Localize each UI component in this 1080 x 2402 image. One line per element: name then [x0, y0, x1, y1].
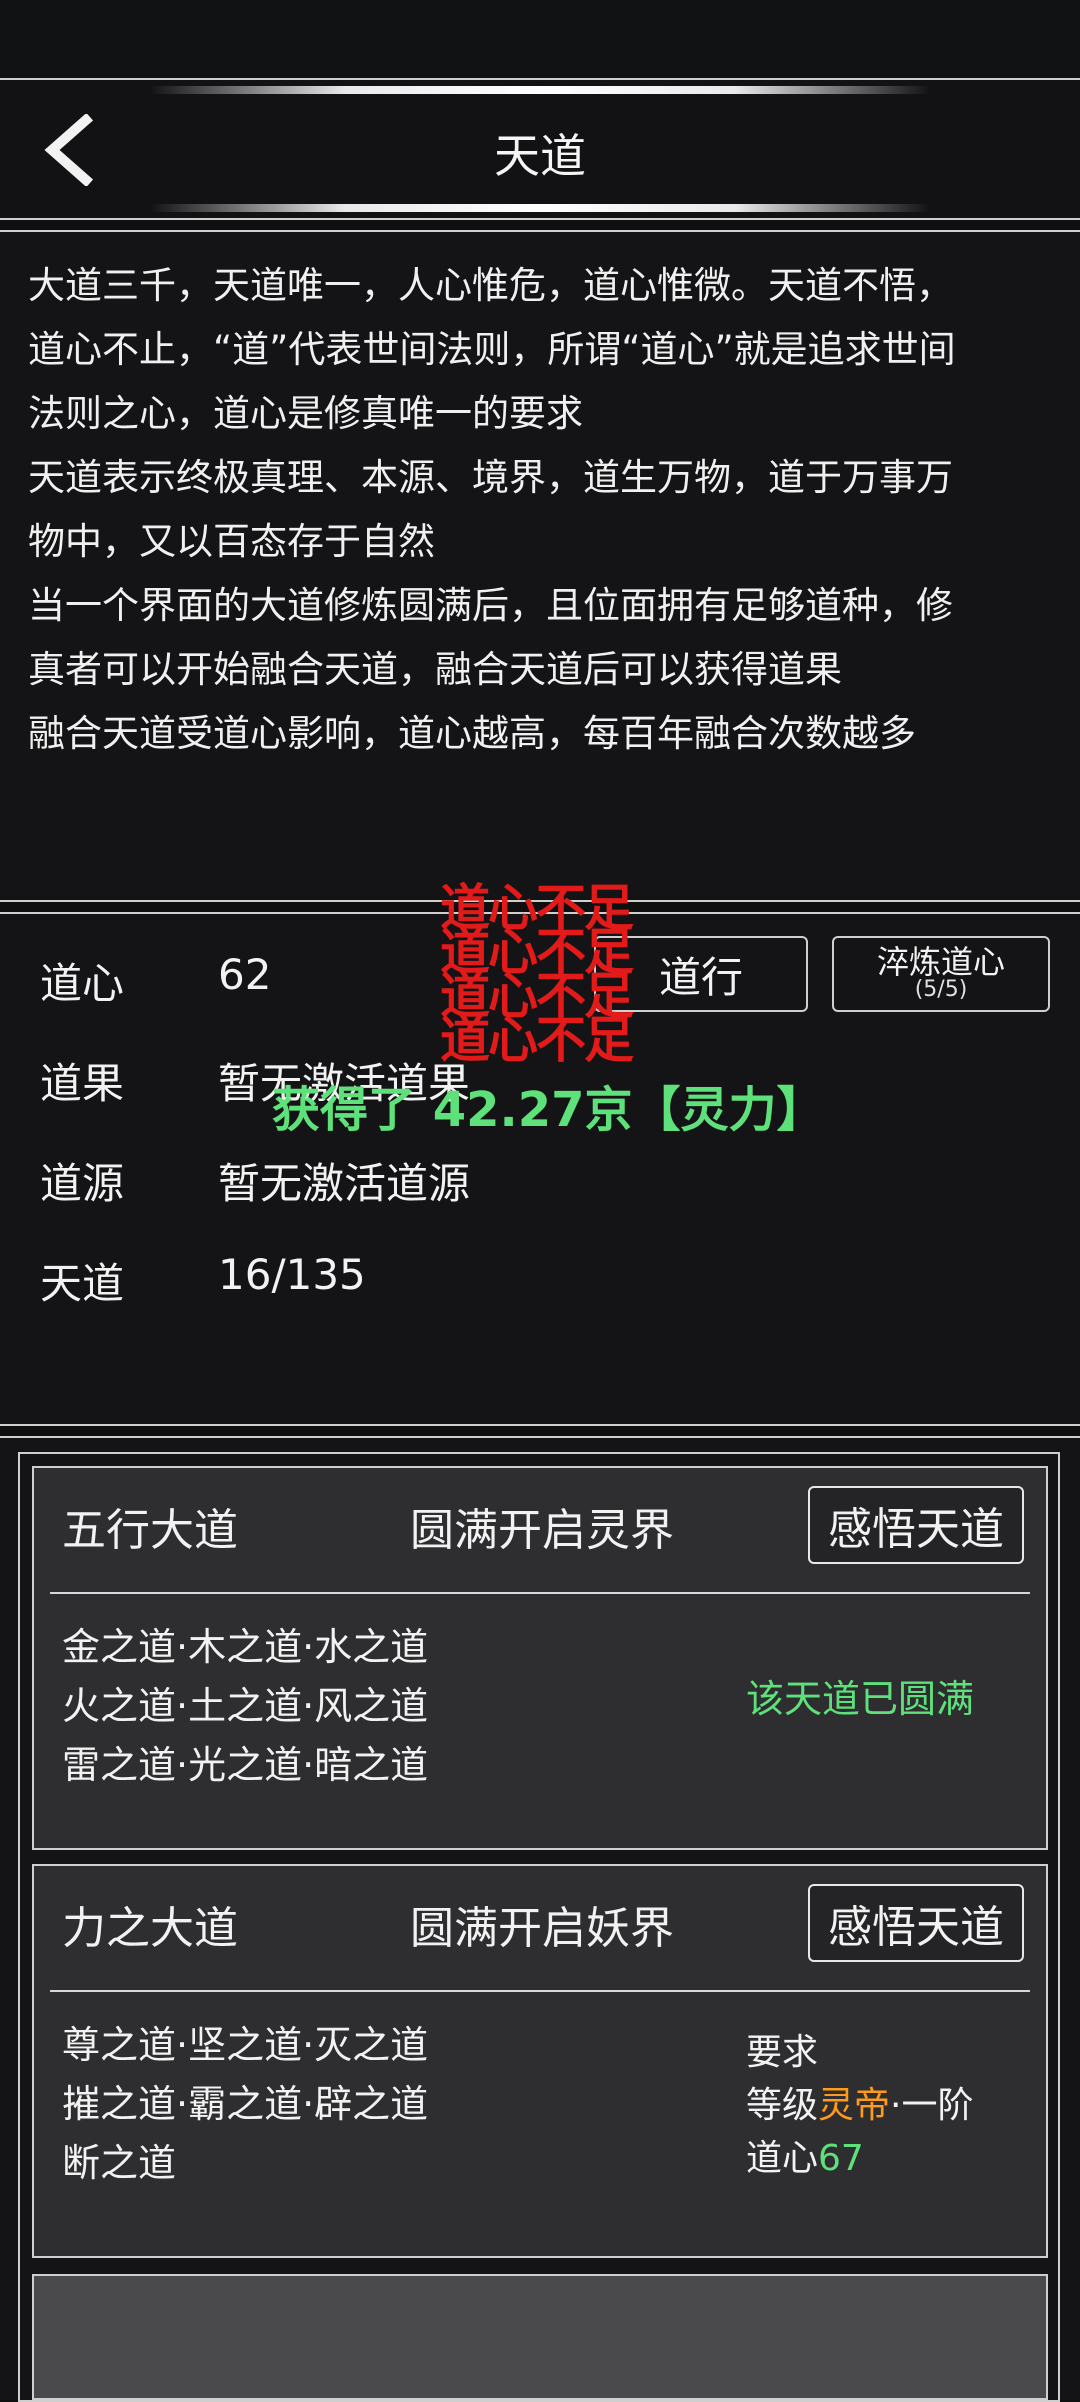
dao-list-line: 断之道 [62, 2141, 177, 2185]
daoxin-label: 道心 [40, 959, 125, 1008]
dao-list-line: 摧之道·霸之道·辟之道 [62, 2082, 429, 2126]
cuilian-button-count: (5/5) [914, 977, 968, 1002]
requirement-level-realm: 灵帝 [818, 2085, 891, 2126]
dao-list-line: 火之道·土之道·风之道 [62, 1684, 429, 1728]
cuilian-daoxin-button[interactable]: 淬炼道心 (5/5) [832, 936, 1050, 1012]
warning-toast-stack: 道心不足 道心不足 道心不足 道心不足 [440, 883, 660, 1069]
intro-panel: 大道三千，天道唯一，人心惟危，道心惟微。天道不悟， 道心不止，“道”代表世间法则… [0, 230, 1080, 902]
requirement-level: 等级灵帝·一阶 [746, 2079, 973, 2132]
requirement-daoxin-value: 67 [818, 2138, 864, 2179]
header-glow-bottom [150, 204, 930, 212]
ganwu-tiandao-button[interactable]: 感悟天道 [808, 1486, 1024, 1564]
requirement-level-suffix: ·一阶 [890, 2085, 974, 2126]
daoyuan-label: 道源 [40, 1159, 125, 1208]
requirement-daoxin-prefix: 道心 [746, 2138, 819, 2179]
gain-toast: 获得了 42.27京【灵力】 [272, 1082, 825, 1138]
requirement-daoxin: 道心67 [746, 2132, 973, 2185]
dao-list: 尊之道·坚之道·灭之道 摧之道·霸之道·辟之道 断之道 [62, 2016, 428, 2193]
requirement-title: 要求 [746, 2032, 819, 2073]
header-bar: 天道 [0, 78, 1080, 220]
intro-paragraph-4: 融合天道受道心影响，道心越高，每百年融合次数越多 [28, 712, 916, 755]
daoxin-value: 62 [218, 950, 272, 999]
warning-toast: 道心不足 [440, 1011, 634, 1069]
tiandao-label: 天道 [40, 1259, 125, 1308]
realm-card-li: 力之大道 圆满开启妖界 感悟天道 尊之道·坚之道·灭之道 摧之道·霸之道·辟之道… [32, 1864, 1048, 2258]
cuilian-button-label: 淬炼道心 [876, 943, 1005, 981]
realm-card-next [32, 2274, 1048, 2400]
requirement-level-prefix: 等级 [746, 2085, 819, 2126]
daoyuan-value: 暂无激活道源 [218, 1159, 471, 1208]
dao-list-line: 雷之道·光之道·暗之道 [62, 1743, 429, 1787]
tiandao-value: 16/135 [218, 1250, 366, 1299]
card-divider [50, 1592, 1030, 1594]
dao-list-line: 尊之道·坚之道·灭之道 [62, 2023, 429, 2067]
realm-requirement: 要求 等级灵帝·一阶 道心67 [746, 2026, 973, 2185]
intro-paragraph-1: 大道三千，天道唯一，人心惟危，道心惟微。天道不悟， 道心不止，“道”代表世间法则… [28, 264, 956, 435]
intro-paragraph-3: 当一个界面的大道修炼圆满后，且位面拥有足够道种，修 真者可以开始融合天道，融合天… [28, 584, 953, 691]
realm-status-complete: 该天道已圆满 [746, 1677, 975, 1721]
dao-list: 金之道·木之道·水之道 火之道·土之道·风之道 雷之道·光之道·暗之道 [62, 1618, 428, 1795]
page-title: 天道 [494, 129, 586, 183]
intro-paragraph-2: 天道表示终极真理、本源、境界，道生万物，道于万事万 物中，又以百态存于自然 [28, 456, 953, 563]
daoguo-label: 道果 [40, 1059, 125, 1108]
dao-list-line: 金之道·木之道·水之道 [62, 1625, 429, 1669]
ganwu-tiandao-button[interactable]: 感悟天道 [808, 1884, 1024, 1962]
card-divider [50, 1990, 1030, 1992]
header-glow-top [150, 86, 930, 94]
realm-card-wuxing: 五行大道 圆满开启灵界 感悟天道 金之道·木之道·水之道 火之道·土之道·风之道… [32, 1466, 1048, 1850]
status-bar [0, 0, 1080, 78]
